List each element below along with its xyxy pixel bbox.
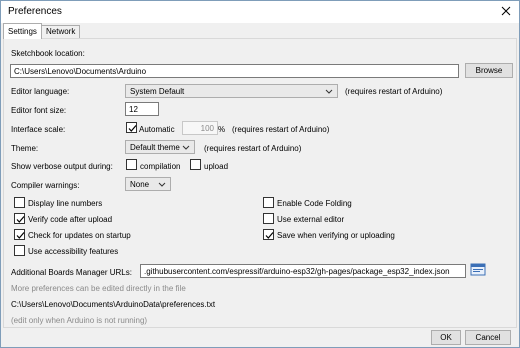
option-label: Check for updates on startup xyxy=(28,231,131,240)
check-updates-checkbox[interactable] xyxy=(14,229,25,240)
automatic-checkbox[interactable] xyxy=(126,122,137,133)
chevron-down-icon xyxy=(158,181,166,187)
sketchbook-input[interactable]: C:\Users\Lenovo\Documents\Arduino xyxy=(10,64,459,78)
open-list-icon[interactable] xyxy=(470,262,486,278)
option-label: Use external editor xyxy=(277,215,345,224)
scale-note: (requires restart of Arduino) xyxy=(232,125,330,134)
boards-url-input[interactable]: .githubusercontent.com/espressif/arduino… xyxy=(140,264,466,278)
compilation-checkbox[interactable] xyxy=(126,159,137,170)
preferences-window: Preferences Settings Network Sketchbook … xyxy=(0,0,520,348)
upload-checkbox[interactable] xyxy=(190,159,201,170)
theme-label: Theme: xyxy=(11,144,39,153)
compilation-label: compilation xyxy=(140,162,181,171)
save-when-verifying-checkbox[interactable] xyxy=(263,229,274,240)
option-label: Save when verifying or uploading xyxy=(277,231,395,240)
option-label: Use accessibility features xyxy=(28,247,119,256)
font-size-label: Editor font size: xyxy=(11,106,67,115)
option-label: Enable Code Folding xyxy=(277,199,352,208)
language-select[interactable]: System Default xyxy=(125,84,338,98)
verify-after-upload-checkbox[interactable] xyxy=(14,213,25,224)
font-size-input[interactable]: 12 xyxy=(125,102,159,116)
tab-settings[interactable]: Settings xyxy=(3,23,42,39)
tab-bar: Settings Network xyxy=(1,23,519,39)
prefs-edit-note: (edit only when Arduino is not running) xyxy=(11,316,148,325)
theme-select[interactable]: Default theme xyxy=(125,140,195,154)
scale-label: Interface scale: xyxy=(11,125,66,134)
scale-input[interactable]: 100 xyxy=(182,121,218,135)
window-title: Preferences xyxy=(8,6,62,17)
warnings-value: None xyxy=(130,180,150,189)
settings-panel: Sketchbook location: C:\Users\Lenovo\Doc… xyxy=(3,38,517,328)
language-value: System Default xyxy=(130,87,185,96)
chevron-down-icon xyxy=(325,88,333,94)
boards-label: Additional Boards Manager URLs: xyxy=(11,268,132,277)
upload-label: upload xyxy=(204,162,229,171)
language-note: (requires restart of Arduino) xyxy=(345,87,443,96)
option-label: Verify code after upload xyxy=(28,215,113,224)
prefs-note: More preferences can be edited directly … xyxy=(11,284,186,293)
display-line-numbers-checkbox[interactable] xyxy=(14,197,25,208)
automatic-label: Automatic xyxy=(139,125,175,134)
theme-note: (requires restart of Arduino) xyxy=(204,144,302,153)
ok-button[interactable]: OK xyxy=(431,330,461,345)
warnings-label: Compiler warnings: xyxy=(11,181,80,190)
language-label: Editor language: xyxy=(11,87,70,96)
theme-value: Default theme xyxy=(130,143,180,152)
accessibility-checkbox[interactable] xyxy=(14,245,25,256)
verbose-label: Show verbose output during: xyxy=(11,162,113,171)
tab-network[interactable]: Network xyxy=(41,25,81,38)
code-folding-checkbox[interactable] xyxy=(263,197,274,208)
browse-button[interactable]: Browse xyxy=(465,63,513,78)
external-editor-checkbox[interactable] xyxy=(263,213,274,224)
sketchbook-label: Sketchbook location: xyxy=(11,49,85,58)
cancel-button[interactable]: Cancel xyxy=(465,330,511,345)
close-icon[interactable] xyxy=(499,4,513,18)
dialog-footer: OK Cancel xyxy=(1,328,519,347)
option-label: Display line numbers xyxy=(28,199,103,208)
scale-unit: % xyxy=(218,125,226,134)
warnings-select[interactable]: None xyxy=(125,177,171,191)
chevron-down-icon xyxy=(182,144,190,150)
prefs-path[interactable]: C:\Users\Lenovo\Documents\ArduinoData\pr… xyxy=(11,300,215,309)
title-bar: Preferences xyxy=(1,1,519,23)
